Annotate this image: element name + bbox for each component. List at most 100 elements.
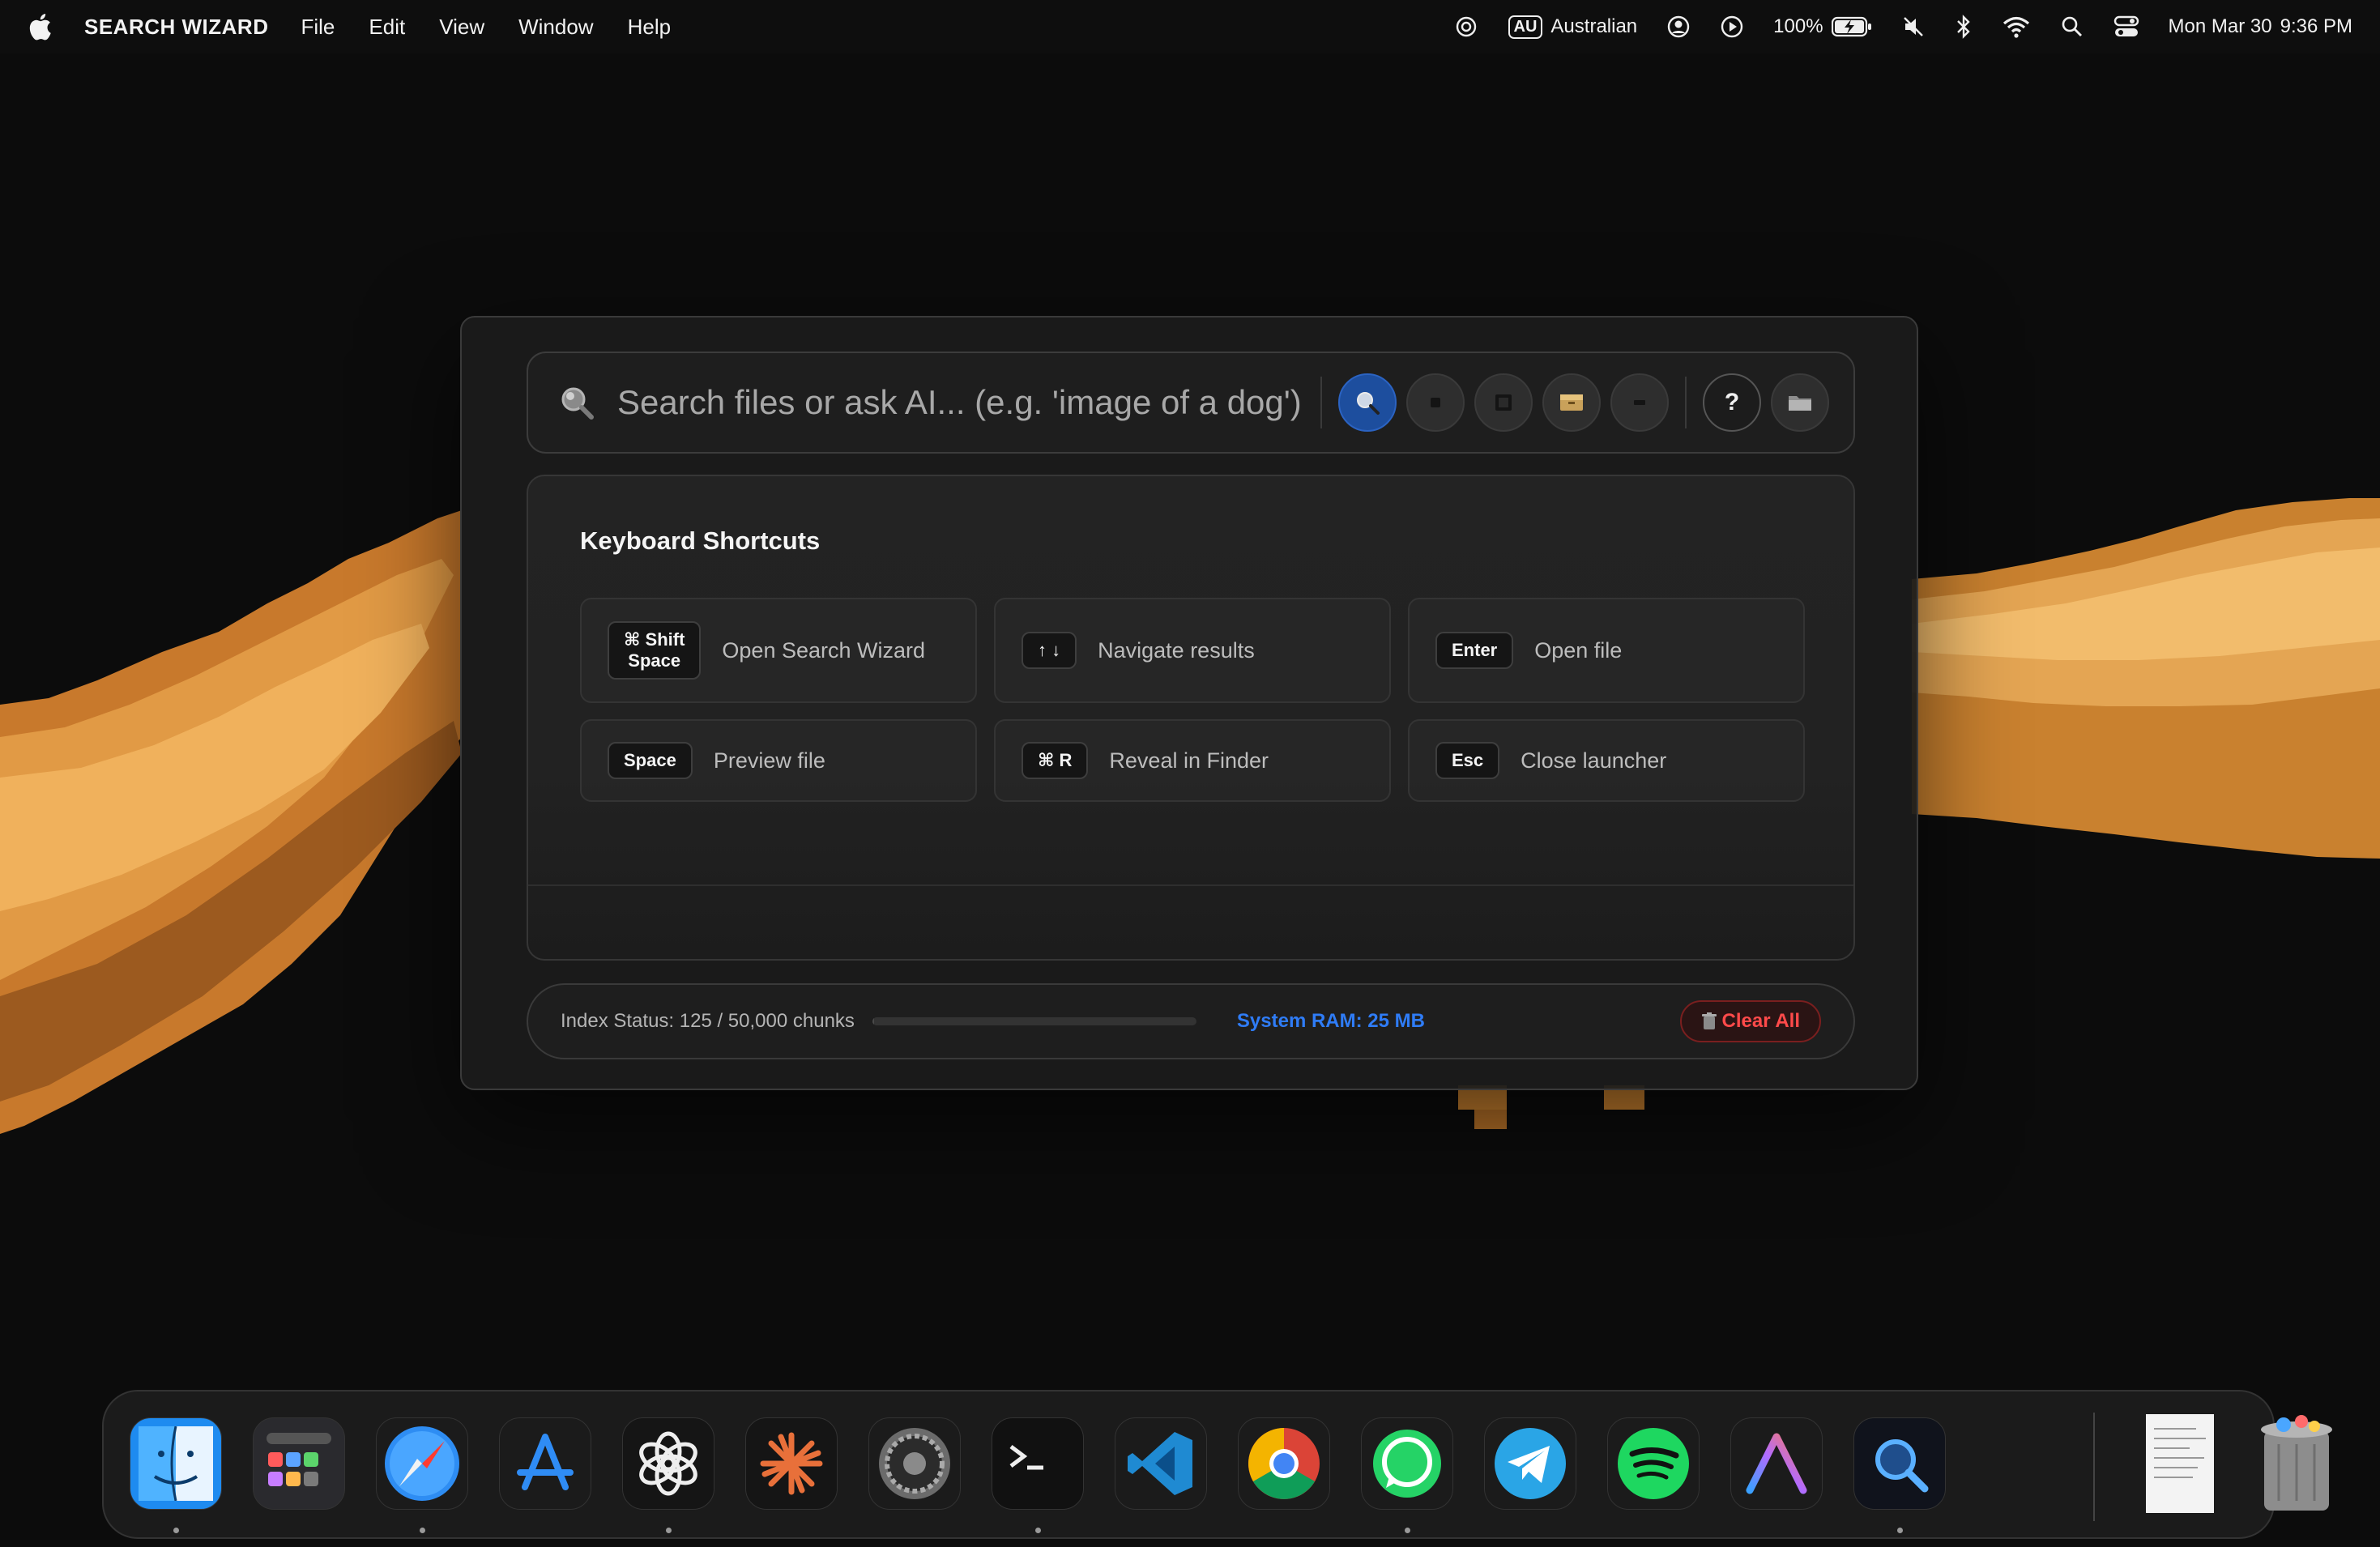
dock-launchpad[interactable] <box>253 1417 345 1510</box>
dock-telegram[interactable] <box>1484 1417 1576 1510</box>
dock-running-indicator <box>1405 1528 1410 1533</box>
folder-icon <box>1789 396 1811 411</box>
dock-terminal[interactable] <box>992 1417 1084 1510</box>
wifi-icon[interactable] <box>2002 15 2031 38</box>
search-icon <box>561 387 594 420</box>
shortcut-card: ⌘ Shift Space Open Search Wizard <box>580 598 977 703</box>
dock-arc-app[interactable] <box>1730 1417 1823 1510</box>
open-folder-button[interactable] <box>1771 373 1829 432</box>
dock-chrome[interactable] <box>1238 1417 1330 1510</box>
dock-running-indicator <box>1897 1528 1903 1533</box>
launchpad-icon <box>267 1433 331 1486</box>
panel-title: Keyboard Shortcuts <box>580 526 821 555</box>
mute-icon[interactable] <box>1901 15 1926 39</box>
shortcut-keys: ⌘ R <box>1022 741 1089 780</box>
now-playing-icon[interactable] <box>1720 15 1744 39</box>
search-bar: ? <box>527 352 1855 454</box>
mode-3-button[interactable] <box>1474 373 1533 432</box>
dock-vscode[interactable] <box>1115 1417 1207 1510</box>
dock-running-indicator <box>420 1528 425 1533</box>
shortcut-card: ↑ ↓ Navigate results <box>994 598 1391 703</box>
chrome-icon <box>1248 1428 1320 1499</box>
menu-window[interactable]: Window <box>518 15 593 40</box>
dock-finder[interactable] <box>130 1417 222 1510</box>
safari-icon <box>385 1426 459 1501</box>
dock-app-store[interactable] <box>499 1417 591 1510</box>
shortcut-card: Space Preview file <box>580 719 977 802</box>
mode-4-button[interactable] <box>1542 373 1601 432</box>
control-center-icon[interactable] <box>2113 15 2139 39</box>
shortcut-card: Esc Close launcher <box>1408 719 1805 802</box>
arc-app-icon <box>1746 1433 1807 1494</box>
shortcut-keys: ⌘ Shift Space <box>608 620 702 680</box>
dock-chatgpt[interactable] <box>622 1417 714 1510</box>
desktop: SEARCH WIZARD File Edit View Window Help… <box>0 0 2380 1547</box>
shortcut-label: Open file <box>1534 637 1623 663</box>
terminal-icon <box>1009 1445 1043 1470</box>
shortcut-grid: ⌘ Shift Space Open Search Wizard ↑ ↓ Nav… <box>580 598 1805 802</box>
search-wizard-icon <box>1875 1439 1929 1493</box>
dock-spotify[interactable] <box>1607 1417 1700 1510</box>
bluetooth-icon[interactable] <box>1955 14 1973 40</box>
dock-running-indicator <box>666 1528 672 1533</box>
chatgpt-status-icon[interactable] <box>1453 14 1479 40</box>
wallpaper-ribbon-right <box>1912 498 2380 859</box>
index-status-text: Index Status: 125 / 50,000 chunks <box>561 1010 855 1032</box>
spotify-icon <box>1618 1428 1689 1499</box>
dock-document[interactable] <box>2134 1414 2226 1513</box>
dock-system-settings[interactable] <box>868 1417 961 1510</box>
dock <box>102 1390 2332 1539</box>
mode-2-icon <box>1431 398 1440 407</box>
magnifier-icon <box>1357 392 1380 415</box>
shortcut-card: Enter Open file <box>1408 598 1805 703</box>
app-name-menu[interactable]: SEARCH WIZARD <box>84 15 269 40</box>
dock-claude[interactable] <box>745 1417 838 1510</box>
search-input[interactable] <box>617 383 1309 422</box>
finder-icon <box>139 1426 213 1501</box>
shortcut-keys: Esc <box>1435 741 1500 780</box>
menu-file[interactable]: File <box>301 15 335 40</box>
dock-safari[interactable] <box>376 1417 468 1510</box>
input-source-name: Australian <box>1550 15 1638 37</box>
dock-running-indicator <box>173 1528 179 1533</box>
search-bar-divider <box>1320 377 1322 428</box>
shortcut-card: ⌘ R Reveal in Finder <box>994 719 1391 802</box>
document-icon <box>2146 1414 2214 1513</box>
input-source-menu[interactable]: AU Australian <box>1508 15 1638 39</box>
shortcut-label: Navigate results <box>1098 637 1255 663</box>
status-bar: Index Status: 125 / 50,000 chunks System… <box>527 983 1855 1059</box>
telegram-icon <box>1495 1428 1566 1499</box>
dock-whatsapp[interactable] <box>1361 1417 1453 1510</box>
dock-trash[interactable] <box>2250 1415 2343 1511</box>
results-panel: Keyboard Shortcuts ⌘ Shift Space Open Se… <box>527 475 1855 961</box>
menu-edit[interactable]: Edit <box>369 15 405 40</box>
user-account-icon[interactable] <box>1666 15 1691 39</box>
system-ram-text: System RAM: 25 MB <box>1236 1010 1425 1032</box>
spotlight-search-icon[interactable] <box>2060 15 2084 39</box>
menu-help[interactable]: Help <box>628 15 671 40</box>
vscode-icon <box>1128 1432 1192 1495</box>
clear-all-button[interactable]: Clear All <box>1679 1000 1821 1042</box>
whatsapp-icon <box>1373 1430 1441 1498</box>
clock-date: Mon Mar 30 <box>2168 15 2272 37</box>
shortcut-label: Preview file <box>713 748 825 773</box>
battery-status[interactable]: 100% <box>1773 15 1871 38</box>
clock-time: 9:36 PM <box>2280 15 2352 37</box>
mode-5-button[interactable] <box>1610 373 1669 432</box>
menu-view[interactable]: View <box>439 15 484 40</box>
search-wizard-launcher: ? Keyboard Shortcuts ⌘ Shift Space Open … <box>460 316 1918 1090</box>
clock[interactable]: Mon Mar 30 9:36 PM <box>2169 15 2352 38</box>
battery-icon <box>1831 16 1871 37</box>
help-button[interactable]: ? <box>1703 373 1761 432</box>
shortcut-keys: ↑ ↓ <box>1022 631 1077 670</box>
mode-search-button[interactable] <box>1338 373 1397 432</box>
archive-icon <box>1560 394 1583 411</box>
index-progress-fill <box>872 1017 875 1025</box>
dock-running-indicator <box>1035 1528 1041 1533</box>
app-store-icon <box>517 1434 574 1490</box>
trash-icon <box>2261 1415 2332 1511</box>
dock-separator <box>2093 1413 2095 1521</box>
dock-search-wizard[interactable] <box>1853 1417 1946 1510</box>
apple-icon[interactable] <box>28 11 55 43</box>
mode-2-button[interactable] <box>1406 373 1465 432</box>
